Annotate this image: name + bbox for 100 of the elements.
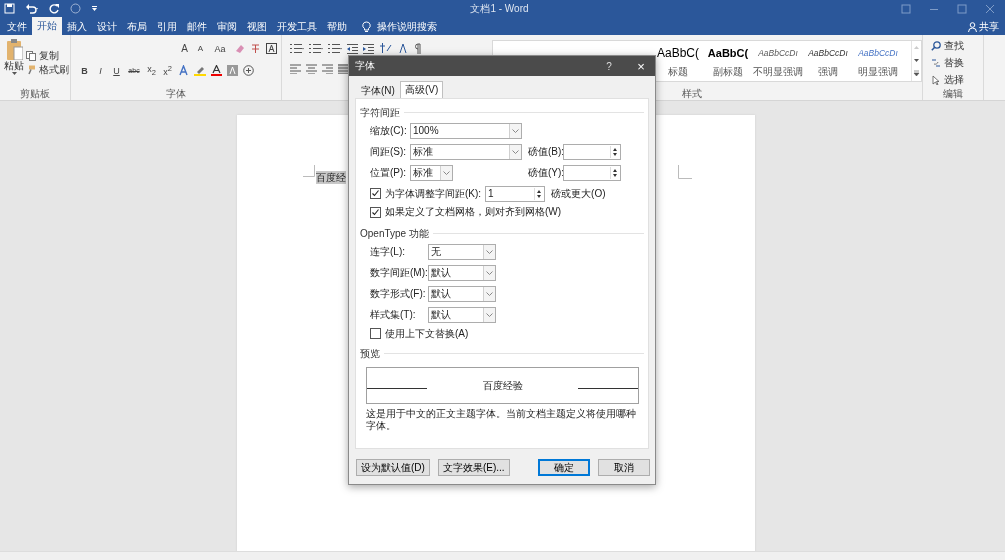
section-heading: 预览 (360, 346, 380, 361)
field-label: 数字形式(F): (370, 286, 427, 301)
copy-icon (26, 51, 36, 61)
field-label: 磅或更大(O) (551, 186, 606, 201)
character-border-icon[interactable] (266, 43, 277, 54)
ribbon-tab[interactable]: 插入 (62, 18, 92, 35)
ribbon-tab[interactable]: 帮助 (322, 18, 352, 35)
bullets-icon[interactable] (290, 43, 304, 54)
style-item[interactable]: AaBbC( 标题 (653, 41, 703, 81)
save-icon[interactable] (4, 3, 15, 14)
superscript-button[interactable]: x$^{2}$ (162, 64, 173, 77)
dropdown-icon[interactable] (91, 4, 98, 13)
dialog-tab[interactable]: 高级(V) (399, 81, 444, 98)
ribbon-tab[interactable]: 布局 (122, 18, 152, 35)
underline-button[interactable]: U (111, 65, 122, 76)
checkbox-label: 使用上下文替换(A) (385, 326, 469, 341)
search-icon (931, 41, 941, 51)
pointer-icon (931, 75, 941, 85)
highlight-icon[interactable] (194, 65, 206, 76)
ribbon-tab[interactable]: 开发工具 (272, 18, 322, 35)
paste-button[interactable]: 粘贴 (4, 38, 24, 87)
ribbon-tab[interactable]: 开始 (32, 17, 62, 35)
dropdown[interactable]: 无 (428, 243, 496, 260)
undo-icon[interactable] (25, 3, 39, 14)
field-label: 磅值(Y): (528, 165, 563, 180)
paragraph-mark-icon[interactable] (414, 43, 423, 54)
spin-box[interactable]: 1 (485, 185, 546, 202)
person-icon (968, 21, 977, 32)
character-shading-icon[interactable] (227, 65, 238, 76)
grow-font-button[interactable]: A (179, 43, 190, 54)
dialog-button[interactable]: 文字效果(E)... (437, 459, 510, 476)
ribbon-tab[interactable]: 邮件 (182, 18, 212, 35)
style-item[interactable]: AaBbC( 副标题 (703, 41, 753, 81)
share-button[interactable]: 共享 (968, 18, 1005, 35)
lightbulb-icon[interactable] (362, 20, 371, 33)
group-label: 剪贴板 (19, 87, 51, 100)
subscript-button[interactable]: x$_{2}$ (146, 64, 157, 77)
numbering-icon[interactable] (309, 43, 323, 54)
close-button[interactable]: × (633, 58, 649, 74)
dialog-button[interactable]: 确定 (538, 459, 590, 476)
checkbox-label: 如果定义了文档网格，则对齐到网格(W) (385, 205, 562, 219)
replace-button[interactable]: 替换 (931, 56, 983, 70)
close-icon[interactable] (985, 3, 995, 14)
decrease-indent-icon[interactable] (347, 43, 358, 54)
shrink-font-button[interactable]: A (195, 44, 206, 53)
window-title: 文档1 - Word (469, 1, 530, 16)
text-effects-icon[interactable] (178, 65, 189, 76)
checkbox[interactable] (370, 328, 381, 339)
tell-me-search[interactable]: 操作说明搜索 (377, 19, 437, 34)
dropdown[interactable]: 标准 (410, 164, 453, 181)
find-button[interactable]: 查找 (931, 39, 983, 53)
multilevel-list-icon[interactable] (328, 43, 342, 54)
chevron-down-icon (486, 270, 493, 275)
section-heading: OpenType 功能 (360, 226, 429, 241)
redo-icon[interactable] (49, 3, 60, 14)
group-label: 字体 (165, 87, 187, 100)
enclosed-character-icon[interactable] (243, 65, 254, 76)
dialog-button[interactable]: 设为默认值(D) (356, 459, 430, 476)
bold-button[interactable]: B (79, 65, 90, 76)
dropdown[interactable]: 默认 (428, 285, 496, 302)
checkbox[interactable] (370, 188, 381, 199)
down-arrow-icon (611, 151, 619, 158)
font-color-icon[interactable] (211, 65, 222, 76)
checkbox[interactable] (370, 206, 381, 218)
dialog-title: 字体 (355, 59, 376, 73)
clipboard-icon (5, 38, 23, 60)
style-item[interactable]: AaBbCcDı 不明显强调 (753, 41, 803, 81)
increase-indent-icon[interactable] (363, 43, 374, 54)
phonetic-guide-icon[interactable] (250, 43, 261, 54)
dropdown[interactable]: 100% (410, 122, 522, 139)
chevron-down-icon (512, 128, 519, 133)
dropdown[interactable]: 标准 (410, 143, 522, 160)
document-text: 百度经 (316, 171, 346, 184)
field-label: 数字间距(M): (370, 265, 428, 280)
ribbon-tab[interactable]: 引用 (152, 18, 182, 35)
copy-button[interactable]: 复制 (26, 50, 69, 62)
field-label: 间距(S): (370, 144, 408, 159)
circle-icon[interactable] (70, 3, 81, 14)
dropdown[interactable]: 默认 (428, 264, 496, 281)
field-label: 连字(L): (370, 244, 406, 259)
down-arrow-icon (535, 193, 544, 200)
help-button[interactable]: ? (599, 60, 619, 72)
chevron-down-icon (486, 291, 493, 296)
style-preview: AaBbC( (707, 46, 749, 61)
change-case-button[interactable]: Aa (211, 43, 229, 54)
crop-mark-icon (303, 165, 315, 177)
dialog-tab[interactable]: 字体(N) (356, 82, 400, 98)
format-painter-button[interactable]: 格式刷 (26, 64, 69, 76)
ribbon-tab[interactable]: 视图 (242, 18, 272, 35)
ribbon-tab[interactable]: 审阅 (212, 18, 242, 35)
checkbox-label: 为字体调整字间距(K): (385, 186, 482, 201)
style-item[interactable]: AaBbCcDı 强调 (803, 41, 853, 81)
chevron-down-icon (486, 249, 493, 254)
style-item[interactable]: AaBbCcDı 明显强调 (853, 41, 903, 81)
italic-button[interactable]: I (95, 65, 106, 76)
ribbon-tab[interactable]: 文件 (2, 18, 32, 35)
select-button[interactable]: 选择 (931, 73, 983, 87)
dialog-button[interactable]: 取消 (598, 459, 650, 476)
ribbon-tab[interactable]: 设计 (92, 18, 122, 35)
dropdown[interactable]: 默认 (428, 306, 496, 323)
